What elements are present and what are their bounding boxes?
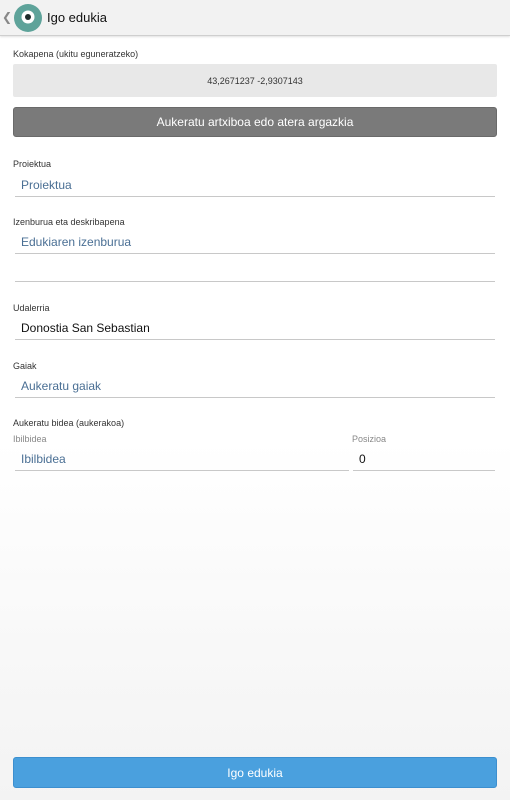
route-input[interactable]: Ibilbidea <box>15 451 349 471</box>
route-sublabel: Ibilbidea <box>13 434 47 444</box>
route-placeholder: Ibilbidea <box>21 452 66 466</box>
municipality-value: Donostia San Sebastian <box>21 321 150 335</box>
location-coordinates: 43,2671237 -2,9307143 <box>207 75 303 86</box>
pick-file-or-photo-button[interactable]: Aukeratu artxiboa edo atera argazkia <box>13 107 497 137</box>
municipality-input[interactable]: Donostia San Sebastian <box>15 320 495 340</box>
location-coordinates-box[interactable]: 43,2671237 -2,9307143 <box>13 64 497 97</box>
project-label: Proiektua <box>13 159 52 169</box>
content-title-placeholder: Edukiaren izenburua <box>21 235 132 249</box>
topics-label: Gaiak <box>13 361 37 371</box>
topics-input[interactable]: Aukeratu gaiak <box>15 378 495 398</box>
app-logo-icon[interactable] <box>13 3 43 33</box>
position-input[interactable]: 0 <box>353 451 495 471</box>
page-title: Igo edukia <box>47 10 107 25</box>
content-description-input[interactable] <box>15 262 495 282</box>
content-title-input[interactable]: Edukiaren izenburua <box>15 234 495 254</box>
title-description-label: Izenburua eta deskribapena <box>13 217 125 227</box>
pick-button-label: Aukeratu artxiboa edo atera argazkia <box>156 115 354 129</box>
location-label: Kokapena (ukitu eguneratzeko) <box>13 49 139 59</box>
position-sublabel: Posizioa <box>352 434 387 444</box>
topics-placeholder: Aukeratu gaiak <box>21 379 102 393</box>
route-label: Aukeratu bidea (aukerakoa) <box>13 418 125 428</box>
upload-content-button[interactable]: Igo edukia <box>13 757 497 788</box>
municipality-label: Udalerria <box>13 303 50 313</box>
project-input[interactable]: Proiektua <box>15 177 495 197</box>
position-value: 0 <box>359 452 366 466</box>
project-placeholder: Proiektua <box>21 178 72 192</box>
chevron-left-icon[interactable]: ❮ <box>2 10 12 24</box>
upload-button-label: Igo edukia <box>227 765 283 780</box>
action-bar: ❮ Igo edukia <box>0 0 510 36</box>
